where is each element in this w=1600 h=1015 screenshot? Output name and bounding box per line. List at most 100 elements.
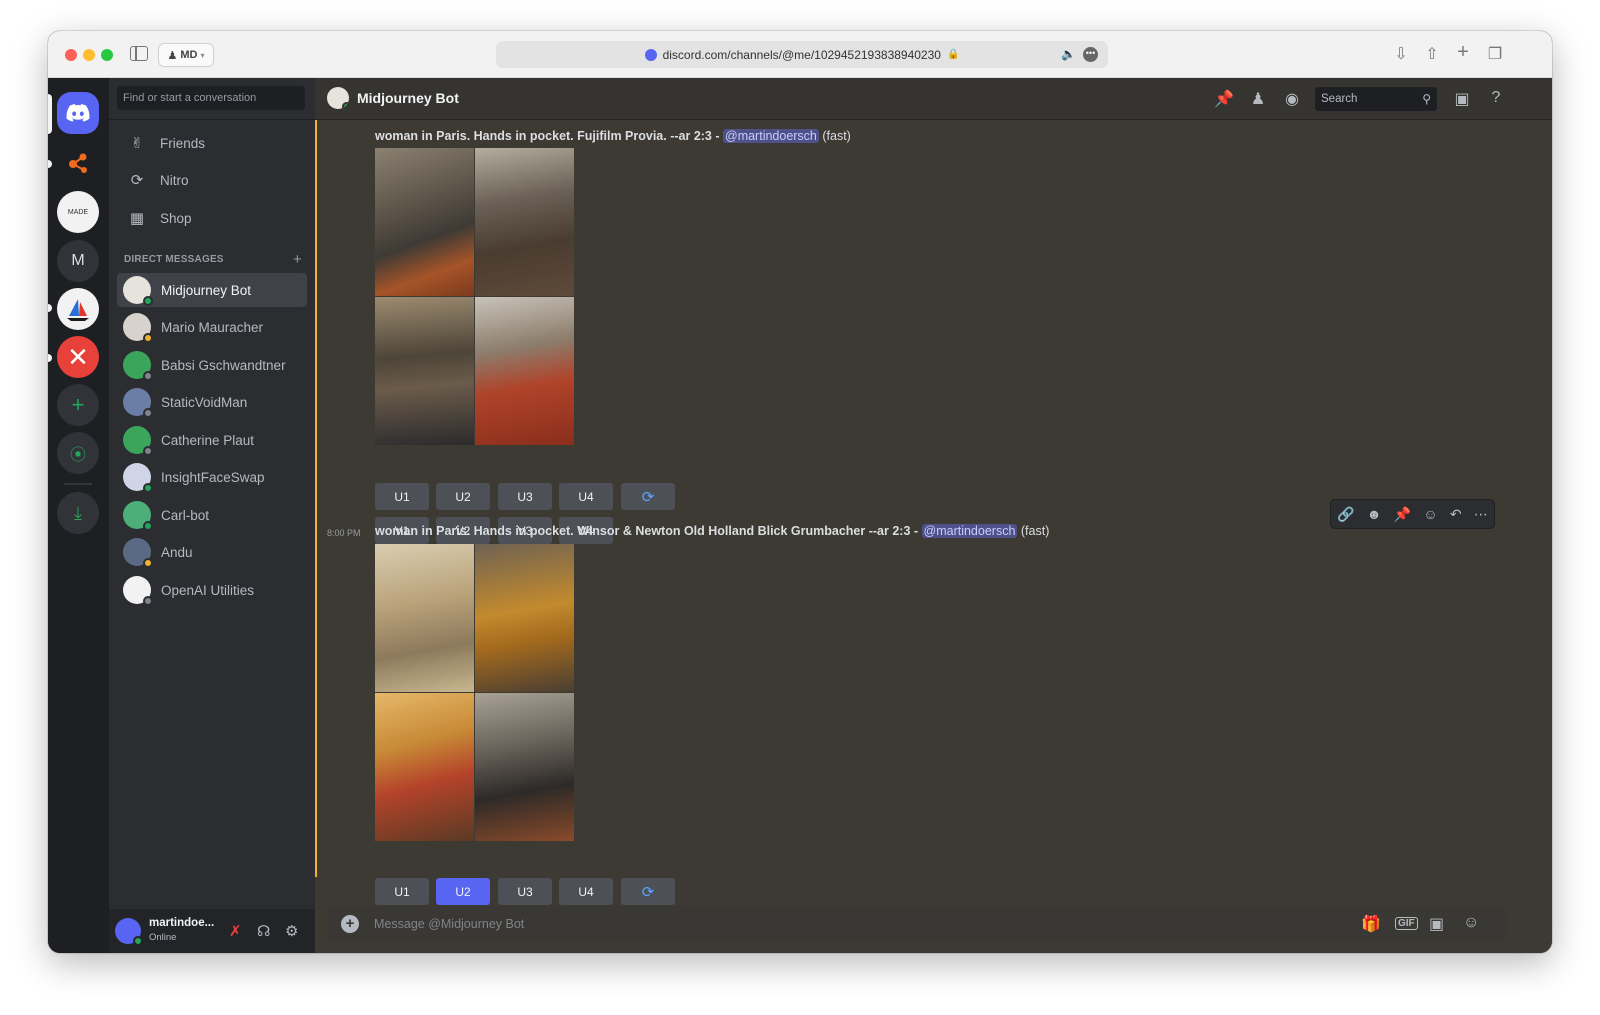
avatar xyxy=(123,501,153,531)
share-icon[interactable]: ⇧ xyxy=(1422,44,1442,64)
sidebar-toggle-icon[interactable] xyxy=(130,46,148,61)
grid-image[interactable] xyxy=(475,148,574,296)
search-input[interactable]: Search ⚲ xyxy=(1315,87,1437,111)
grid-image[interactable] xyxy=(375,693,474,841)
server-icon-x[interactable]: ✕ xyxy=(57,336,99,378)
user-mention[interactable]: @martindoersch xyxy=(723,129,819,143)
upscale-button-u2[interactable]: U2 xyxy=(436,483,490,510)
reroll-button[interactable]: ⟳ xyxy=(621,878,675,905)
server-icon-network[interactable] xyxy=(57,142,99,184)
headphones-icon[interactable]: ☊ xyxy=(257,922,270,940)
browser-titlebar: ♟ MD ▾ discord.com/channels/@me/10294521… xyxy=(48,31,1552,78)
message-composer[interactable]: + Message @Midjourney Bot 🎁 GIF ▣ ☺ xyxy=(327,906,1507,942)
attach-plus-icon[interactable]: + xyxy=(341,915,359,933)
dm-item-staticvoidman[interactable]: StaticVoidMan xyxy=(117,385,307,419)
close-window-button[interactable] xyxy=(65,49,77,61)
speaker-icon[interactable]: 🔈 xyxy=(1061,47,1076,61)
add-reaction-icon[interactable]: ☻ xyxy=(1367,506,1382,522)
highlight-bar xyxy=(315,120,317,877)
upscale-button-u3[interactable]: U3 xyxy=(498,878,552,905)
user-avatar[interactable] xyxy=(115,918,143,946)
user-name: martindoe... xyxy=(149,917,215,929)
emoji-icon[interactable]: ☺ xyxy=(1423,506,1437,522)
dm-name: Mario Mauracher xyxy=(161,319,264,335)
address-bar[interactable]: discord.com/channels/@me/102945219383894… xyxy=(496,41,1108,68)
copy-link-icon[interactable]: 🔗 xyxy=(1337,506,1354,523)
help-icon[interactable]: ? xyxy=(1485,89,1507,107)
dm-item-openai-utilities[interactable]: OpenAI Utilities xyxy=(117,573,307,607)
more-icon[interactable]: ••• xyxy=(1083,47,1098,62)
discord-home-icon[interactable] xyxy=(57,92,99,134)
emoji-picker-icon[interactable]: ☺ xyxy=(1463,914,1479,932)
dm-item-babsi-gschwandtner[interactable]: Babsi Gschwandtner xyxy=(117,348,307,382)
avatar xyxy=(123,463,153,493)
download-apps-icon[interactable]: ⤓ xyxy=(57,492,99,534)
nav-nitro[interactable]: ⟳ Nitro xyxy=(117,163,307,197)
nav-friends[interactable]: ✌ Friends xyxy=(117,126,307,160)
settings-gear-icon[interactable]: ⚙ xyxy=(285,922,298,940)
reply-icon[interactable]: ↶ xyxy=(1450,506,1462,523)
sidebar-divider xyxy=(109,119,315,120)
avatar xyxy=(123,351,153,381)
user-mention[interactable]: @martindoersch xyxy=(921,524,1018,538)
mic-muted-icon[interactable]: ✗ xyxy=(229,922,242,940)
upscale-button-u4[interactable]: U4 xyxy=(559,878,613,905)
user-status: Online xyxy=(149,932,177,943)
create-dm-icon[interactable]: + xyxy=(293,251,302,268)
discord-favicon-icon xyxy=(644,48,657,61)
profile-label: MD xyxy=(180,49,198,61)
new-tab-icon[interactable]: + xyxy=(1453,41,1473,64)
image-grid[interactable] xyxy=(375,148,574,446)
prompt-text: woman in Paris. Hands in pocket. Winsor … xyxy=(375,524,922,538)
dm-item-midjourney-bot[interactable]: Midjourney Bot xyxy=(117,273,307,307)
grid-image[interactable] xyxy=(375,148,474,296)
download-icon[interactable]: ⇩ xyxy=(1391,44,1411,64)
server-icon-midjourney[interactable] xyxy=(57,288,99,330)
selected-indicator xyxy=(48,94,52,134)
explore-servers-icon[interactable]: ⦿ xyxy=(57,432,99,474)
upscale-button-u4[interactable]: U4 xyxy=(559,483,613,510)
gif-icon[interactable]: GIF xyxy=(1395,917,1418,930)
dm-item-insightfaceswap[interactable]: InsightFaceSwap xyxy=(117,460,307,494)
rail-divider xyxy=(64,483,92,485)
profile-switcher[interactable]: ♟ MD ▾ xyxy=(158,43,214,67)
grid-image[interactable] xyxy=(475,544,574,692)
pin-message-icon[interactable]: 📌 xyxy=(1394,506,1411,523)
grid-image[interactable] xyxy=(375,544,474,692)
upscale-button-u1[interactable]: U1 xyxy=(375,483,429,510)
server-icon-m[interactable]: M xyxy=(57,240,99,282)
find-conversation-input[interactable]: Find or start a conversation xyxy=(117,86,305,110)
more-options-icon[interactable]: ⋯ xyxy=(1474,506,1488,523)
dm-item-mario-mauracher[interactable]: Mario Mauracher xyxy=(117,310,307,344)
reroll-button[interactable]: ⟳ xyxy=(621,483,675,510)
grid-image[interactable] xyxy=(375,297,474,445)
image-grid[interactable] xyxy=(375,544,574,842)
direct-messages-header: DIRECT MESSAGES + xyxy=(124,251,304,268)
grid-image[interactable] xyxy=(475,297,574,445)
message-prompt: woman in Paris. Hands in pocket. Winsor … xyxy=(375,524,1049,538)
tab-overview-icon[interactable]: ❐ xyxy=(1485,44,1505,64)
friends-icon: ✌ xyxy=(130,135,144,152)
pin-icon[interactable]: 📌 xyxy=(1213,89,1235,109)
nav-shop[interactable]: ▦ Shop xyxy=(117,201,307,235)
gift-icon[interactable]: 🎁 xyxy=(1361,914,1381,934)
zoom-window-button[interactable] xyxy=(101,49,113,61)
dm-name: Carl-bot xyxy=(161,507,210,523)
dm-item-catherine-plaut[interactable]: Catherine Plaut xyxy=(117,423,307,457)
upscale-button-u2-selected[interactable]: U2 xyxy=(436,878,490,905)
inbox-icon[interactable]: ▣ xyxy=(1451,89,1473,109)
server-icon-made[interactable]: MADE xyxy=(57,191,99,233)
upscale-button-u3[interactable]: U3 xyxy=(498,483,552,510)
dm-item-andu[interactable]: Andu xyxy=(117,535,307,569)
add-server-icon[interactable]: + xyxy=(57,384,99,426)
minimize-window-button[interactable] xyxy=(83,49,95,61)
shop-icon: ▦ xyxy=(129,210,145,227)
grid-image[interactable] xyxy=(475,693,574,841)
sticker-icon[interactable]: ▣ xyxy=(1429,914,1444,934)
dm-item-carl-bot[interactable]: Carl-bot xyxy=(117,498,307,532)
add-friends-icon[interactable]: ♟ xyxy=(1247,89,1269,109)
user-profile-icon[interactable]: ◉ xyxy=(1281,89,1303,109)
upscale-button-u1[interactable]: U1 xyxy=(375,878,429,905)
nitro-icon: ⟳ xyxy=(130,172,144,189)
dm-name: Midjourney Bot xyxy=(161,282,252,298)
